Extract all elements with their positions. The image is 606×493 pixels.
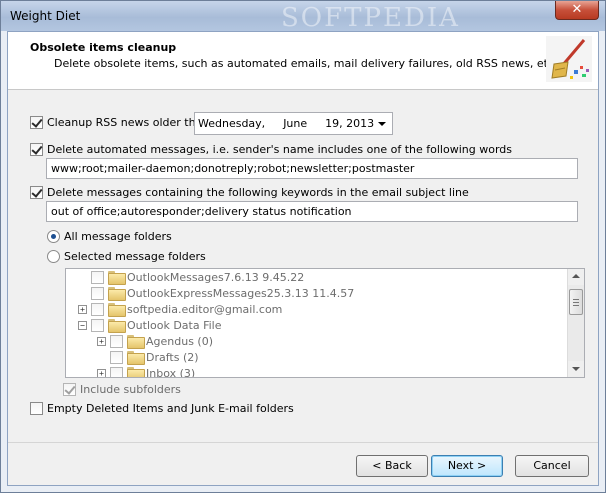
wizard-window: Weight Diet SOFTPEDIA ✕ Obsolete items c… [0,0,606,493]
wizard-body: Obsolete items cleanup Delete obsolete i… [7,31,599,486]
tree-item[interactable]: + Inbox (3) [97,365,196,378]
tree-item-label: Outlook Data File [127,318,222,332]
keyword-filter-option[interactable]: Delete messages containing the following… [30,186,469,199]
scroll-down-icon[interactable] [568,361,584,377]
include-subfolders-label: Include subfolders [80,383,181,396]
expand-plus-icon[interactable]: + [97,368,106,377]
date-day-year: 19, 2013 [325,117,375,130]
footer-divider [8,442,598,443]
expand-plus-icon[interactable]: + [97,336,106,346]
window-title: Weight Diet [10,9,81,23]
folder-icon [108,303,126,317]
all-folders-label: All message folders [64,230,172,243]
page-title: Obsolete items cleanup [30,41,177,54]
folder-tree[interactable]: OutlookMessages7.6.13 9.45.22 OutlookExp… [65,268,585,378]
tree-item-checkbox[interactable] [110,366,123,377]
tree-item-label: Agendus (0) [146,334,214,348]
folder-icon [127,367,145,377]
scroll-up-icon[interactable] [568,269,584,285]
keyword-filter-label: Delete messages containing the following… [47,186,469,199]
date-weekday: Wednesday, [198,117,266,130]
tree-item[interactable]: OutlookExpressMessages25.3.13 11.4.57 [78,285,354,301]
scroll-thumb[interactable] [569,289,583,315]
selected-folders-radio[interactable] [47,250,60,263]
keyword-filter-checkbox[interactable] [30,186,43,199]
broom-cleanup-icon [546,36,592,82]
selected-folders-label: Selected message folders [64,250,206,263]
empty-deleted-label: Empty Deleted Items and Junk E-mail fold… [47,402,294,415]
empty-deleted-option[interactable]: Empty Deleted Items and Junk E-mail fold… [30,402,294,415]
cancel-button[interactable]: Cancel [515,455,589,477]
rss-cleanup-checkbox[interactable] [30,116,43,129]
wizard-header: Obsolete items cleanup Delete obsolete i… [8,32,598,90]
tree-item[interactable]: − Outlook Data File [78,317,222,333]
tree-item-checkbox[interactable] [91,302,104,316]
title-bar[interactable]: Weight Diet SOFTPEDIA ✕ [1,1,605,33]
folder-icon [127,351,145,365]
all-folders-option[interactable]: All message folders [47,230,172,243]
tree-item-checkbox[interactable] [110,350,123,364]
tree-item-checkbox[interactable] [91,270,104,284]
tree-item[interactable]: Drafts (2) [97,349,199,365]
page-description: Delete obsolete items, such as automated… [54,57,554,70]
tree-item-label: OutlookExpressMessages25.3.13 11.4.57 [127,286,355,300]
subject-keywords-input[interactable]: out of office;autoresponder;delivery sta… [46,201,578,222]
tree-item-checkbox[interactable] [110,334,123,348]
rss-cleanup-label: Cleanup RSS news older than [47,116,210,129]
next-button[interactable]: Next > [431,455,503,477]
chevron-down-icon[interactable] [378,122,386,126]
selected-folders-option[interactable]: Selected message folders [47,250,206,263]
folder-icon [127,335,145,349]
folder-icon [108,271,126,285]
tree-item-label: Drafts (2) [146,350,199,364]
tree-item-label: Inbox (3) [146,366,196,378]
tree-item-checkbox[interactable] [91,286,104,300]
tree-scrollbar[interactable] [567,269,584,377]
sender-filter-checkbox[interactable] [30,143,43,156]
folder-icon [108,319,126,333]
sender-filter-label: Delete automated messages, i.e. sender's… [47,143,512,156]
tree-item[interactable]: + softpedia.editor@gmail.com [78,301,282,317]
close-button[interactable]: ✕ [555,1,599,20]
all-folders-radio[interactable] [47,230,60,243]
sender-words-input[interactable]: www;root;mailer-daemon;donotreply;robot;… [46,158,578,179]
tree-item-checkbox[interactable] [91,318,104,332]
expand-plus-icon[interactable]: + [78,304,87,314]
include-subfolders-checkbox[interactable] [63,383,76,396]
rss-date-picker[interactable]: Wednesday, June 19, 2013 [194,112,393,135]
tree-item[interactable]: OutlookMessages7.6.13 9.45.22 [78,269,304,285]
tree-item-label: OutlookMessages7.6.13 9.45.22 [127,270,305,284]
date-month: June [283,117,308,130]
empty-deleted-checkbox[interactable] [30,402,43,415]
tree-item-label: softpedia.editor@gmail.com [127,302,283,316]
rss-cleanup-option[interactable]: Cleanup RSS news older than [30,116,209,129]
watermark: SOFTPEDIA [281,3,460,33]
tree-item[interactable]: + Agendus (0) [97,333,213,349]
include-subfolders-option[interactable]: Include subfolders [63,383,181,396]
sender-filter-option[interactable]: Delete automated messages, i.e. sender's… [30,143,512,156]
collapse-minus-icon[interactable]: − [78,320,87,330]
back-button[interactable]: < Back [356,455,428,477]
folder-icon [108,287,126,301]
